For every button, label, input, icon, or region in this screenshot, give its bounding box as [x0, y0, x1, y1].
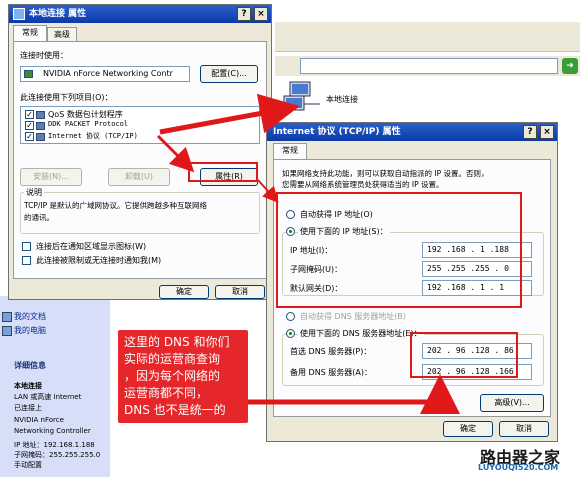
- arrow-to-dns: [246, 374, 460, 414]
- arrow-to-tcpip-dialog: [257, 179, 279, 203]
- callout-line: 运营商都不同，: [124, 386, 209, 400]
- callout-line: 实际的运营商查询: [124, 352, 221, 366]
- watermark-url: LUYOUQI520.COM: [478, 463, 559, 472]
- callout-line: ，因为每个网络的: [124, 369, 221, 383]
- annotation-arrows: [156, 93, 460, 414]
- callout-line: DNS 也不是统一的: [124, 403, 226, 417]
- callout-line: 这里的 DNS 和你们: [124, 335, 230, 349]
- arrow-to-properties: [156, 134, 195, 173]
- dns-note-callout: 这里的 DNS 和你们 实际的运营商查询 ，因为每个网络的 运营商都不同， DN…: [118, 330, 248, 423]
- arrow-to-network-icon: [159, 93, 300, 135]
